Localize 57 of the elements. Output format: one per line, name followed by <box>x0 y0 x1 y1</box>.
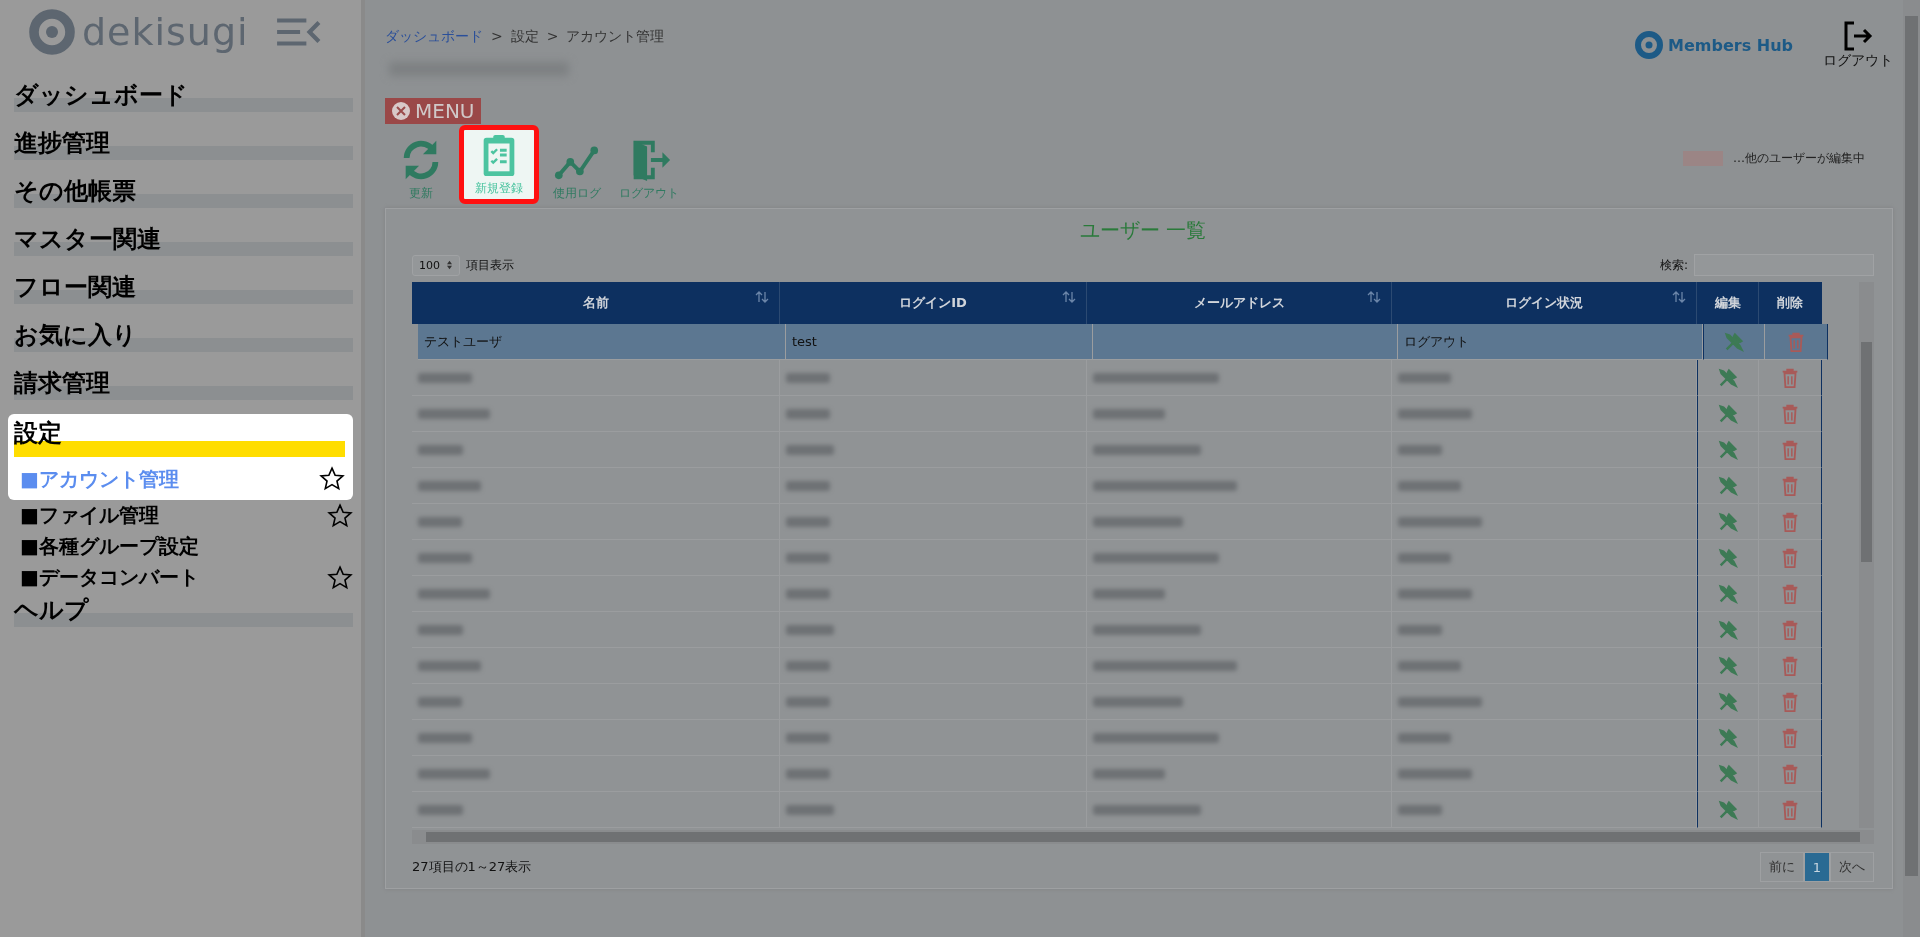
tools-icon[interactable] <box>1717 582 1739 605</box>
column-header[interactable]: 名前 <box>412 282 780 324</box>
table-title: ユーザー 一覧 <box>1078 217 1208 244</box>
breadcrumb-item: > <box>546 28 559 46</box>
sidebar-subitem[interactable]: ■ファイル管理 <box>20 502 159 529</box>
star-icon[interactable] <box>327 564 353 591</box>
logo-text: dekisugi <box>82 10 249 54</box>
tools-icon[interactable] <box>1717 726 1739 749</box>
breadcrumb-item: アカウント管理 <box>566 28 665 46</box>
collapse-menu-icon[interactable] <box>275 16 321 48</box>
column-header[interactable]: 編集 <box>1697 282 1759 324</box>
column-header[interactable]: ログイン状況 <box>1392 282 1697 324</box>
sort-caret-icon <box>446 260 453 270</box>
vertical-scrollbar[interactable] <box>1859 282 1874 828</box>
pagination-button[interactable]: 次へ <box>1830 852 1874 882</box>
column-header[interactable]: 削除 <box>1759 282 1822 324</box>
horizontal-scrollbar[interactable] <box>412 830 1874 844</box>
search-label: 検索: <box>1659 256 1688 274</box>
tools-icon[interactable] <box>1717 474 1739 497</box>
tools-icon[interactable] <box>1723 330 1745 353</box>
column-header[interactable]: ログインID <box>780 282 1087 324</box>
logo-icon <box>1634 30 1665 60</box>
tools-icon[interactable] <box>1717 366 1739 389</box>
table-cell: ログアウト <box>1404 332 1469 351</box>
sidebar-subitem[interactable]: ■データコンバート <box>20 564 199 591</box>
tools-icon[interactable] <box>1717 438 1739 461</box>
table-info: 27項目の1～27表示 <box>412 858 532 876</box>
page-length-label: 項目表示 <box>466 256 514 274</box>
logout-button[interactable]: ログアウト <box>1823 20 1893 70</box>
tools-icon[interactable] <box>1717 546 1739 569</box>
table-cell: test <box>792 334 817 349</box>
page-length-select[interactable]: 100 <box>412 254 460 276</box>
tools-icon[interactable] <box>1717 762 1739 785</box>
brand-name: Members Hub <box>1668 35 1793 55</box>
tools-icon[interactable] <box>1717 510 1739 533</box>
pagination-button[interactable]: 前に <box>1759 852 1804 882</box>
close-icon <box>391 101 411 121</box>
sidebar-subitem[interactable]: ■各種グループ設定 <box>20 533 199 560</box>
tools-icon[interactable] <box>1717 618 1739 641</box>
tools-icon[interactable] <box>1717 798 1739 821</box>
tools-icon[interactable] <box>1717 402 1739 425</box>
table-cell: テストユーザ <box>424 332 502 351</box>
star-icon[interactable] <box>319 466 345 492</box>
column-header[interactable]: メールアドレス <box>1087 282 1392 324</box>
logo-icon <box>28 8 76 56</box>
legend-text: …他のユーザーが編集中 <box>1733 150 1865 167</box>
pagination-button[interactable]: 1 <box>1803 852 1830 882</box>
logout-icon <box>1842 20 1874 52</box>
breadcrumb-item: > <box>491 28 503 46</box>
menu-label: MENU <box>415 99 475 123</box>
menu-badge[interactable]: MENU <box>385 98 481 124</box>
star-icon[interactable] <box>327 502 353 529</box>
tools-icon[interactable] <box>1717 654 1739 677</box>
table-row[interactable]: テストユーザ test ログアウト <box>418 324 1859 360</box>
breadcrumb-item: 設定 <box>510 28 539 46</box>
page-scrollbar[interactable] <box>1903 0 1920 937</box>
tools-icon[interactable] <box>1717 690 1739 713</box>
